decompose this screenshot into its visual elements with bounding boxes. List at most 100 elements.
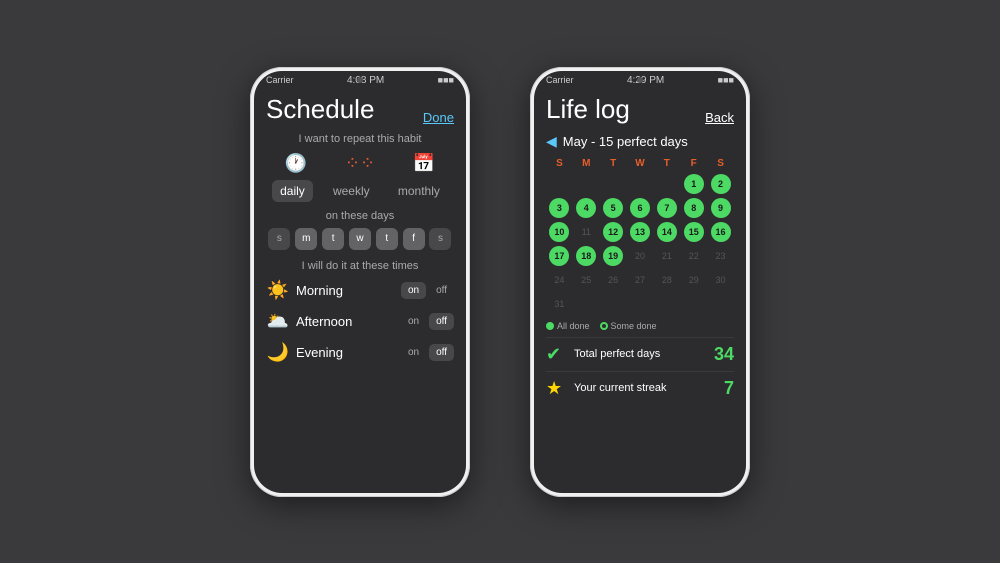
morning-label: Morning bbox=[296, 283, 395, 298]
day-s1[interactable]: s bbox=[268, 228, 290, 250]
freq-monthly[interactable]: monthly bbox=[390, 180, 448, 202]
freq-weekly[interactable]: weekly bbox=[325, 180, 378, 202]
day-empty bbox=[603, 174, 623, 194]
afternoon-off[interactable]: off bbox=[429, 313, 454, 330]
day-27: 27 bbox=[630, 270, 650, 290]
status-bar-schedule: Carrier 4:08 PM ■■■ bbox=[254, 71, 466, 88]
day-empty bbox=[549, 174, 569, 194]
monthly-icon: 📅 bbox=[413, 153, 435, 174]
legend-done-label: All done bbox=[557, 321, 590, 331]
lifelog-header: Life log Back bbox=[546, 88, 734, 133]
day-17[interactable]: 17 bbox=[549, 246, 569, 266]
day-1[interactable]: 1 bbox=[684, 174, 704, 194]
day-8[interactable]: 8 bbox=[684, 198, 704, 218]
evening-icon: 🌙 bbox=[266, 342, 290, 363]
day-26: 26 bbox=[603, 270, 623, 290]
prev-month-button[interactable]: ◀ bbox=[546, 133, 557, 150]
day-15[interactable]: 15 bbox=[684, 222, 704, 242]
stat-streak-label: Your current streak bbox=[574, 382, 724, 394]
col-t2: T bbox=[653, 158, 680, 169]
evening-off[interactable]: off bbox=[429, 344, 454, 361]
day-m[interactable]: m bbox=[295, 228, 317, 250]
day-11: 11 bbox=[576, 222, 596, 242]
battery-1: ■■■ bbox=[438, 75, 454, 85]
morning-icon: ☀️ bbox=[266, 280, 290, 301]
afternoon-on[interactable]: on bbox=[401, 313, 426, 330]
col-m: M bbox=[573, 158, 600, 169]
lifelog-screen: Life log Back ◀ May - 15 perfect days S … bbox=[534, 88, 746, 493]
cal-row-2: 3 4 5 6 7 8 9 bbox=[546, 197, 734, 219]
day-6[interactable]: 6 bbox=[630, 198, 650, 218]
day-empty bbox=[630, 174, 650, 194]
day-t1[interactable]: t bbox=[322, 228, 344, 250]
day-3[interactable]: 3 bbox=[549, 198, 569, 218]
day-24: 24 bbox=[549, 270, 569, 290]
stat-streak-value: 7 bbox=[724, 378, 734, 399]
day-16[interactable]: 16 bbox=[711, 222, 731, 242]
legend-dot-done bbox=[546, 322, 554, 330]
afternoon-toggle: on off bbox=[401, 313, 454, 330]
stat-perfect-days: ✔ Total perfect days 34 bbox=[546, 337, 734, 371]
day-s2[interactable]: s bbox=[429, 228, 451, 250]
afternoon-row: 🌥️ Afternoon on off bbox=[266, 311, 454, 332]
legend-done: All done bbox=[546, 321, 590, 331]
day-f[interactable]: f bbox=[403, 228, 425, 250]
day-12[interactable]: 12 bbox=[603, 222, 623, 242]
day-25: 25 bbox=[576, 270, 596, 290]
freq-icons: 🕐 ⁘⁘ 📅 bbox=[266, 153, 454, 174]
cal-row-6: 31 bbox=[546, 293, 734, 315]
schedule-title: Schedule bbox=[266, 94, 374, 125]
stat-perfect-value: 34 bbox=[714, 344, 734, 365]
day-18[interactable]: 18 bbox=[576, 246, 596, 266]
day-23: 23 bbox=[711, 246, 731, 266]
phones-container: Carrier 4:08 PM ■■■ Schedule Done I want… bbox=[250, 67, 750, 497]
day-10[interactable]: 10 bbox=[549, 222, 569, 242]
battery-2: ■■■ bbox=[718, 75, 734, 85]
day-9[interactable]: 9 bbox=[711, 198, 731, 218]
legend-dot-some bbox=[600, 322, 608, 330]
col-s1: S bbox=[546, 158, 573, 169]
day-t2[interactable]: t bbox=[376, 228, 398, 250]
carrier-2: Carrier bbox=[546, 75, 574, 85]
col-s2: S bbox=[707, 158, 734, 169]
day-19[interactable]: 19 bbox=[603, 246, 623, 266]
col-w: W bbox=[627, 158, 654, 169]
morning-off[interactable]: off bbox=[429, 282, 454, 299]
day-w[interactable]: w bbox=[349, 228, 371, 250]
done-button[interactable]: Done bbox=[423, 110, 454, 125]
time-1: 4:08 PM bbox=[347, 75, 384, 86]
cal-header: S M T W T F S bbox=[546, 158, 734, 169]
morning-row: ☀️ Morning on off bbox=[266, 280, 454, 301]
phone-lifelog: Carrier 4:29 PM ■■■ Life log Back ◀ May … bbox=[530, 67, 750, 497]
day-2[interactable]: 2 bbox=[711, 174, 731, 194]
day-13[interactable]: 13 bbox=[630, 222, 650, 242]
month-title: May - 15 perfect days bbox=[563, 134, 688, 149]
stat-perfect-label: Total perfect days bbox=[574, 348, 714, 360]
star-icon: ★ bbox=[546, 378, 574, 399]
freq-daily[interactable]: daily bbox=[272, 180, 313, 202]
checkmark-icon: ✔ bbox=[546, 344, 574, 365]
day-14[interactable]: 14 bbox=[657, 222, 677, 242]
day-empty bbox=[576, 174, 596, 194]
phone-schedule: Carrier 4:08 PM ■■■ Schedule Done I want… bbox=[250, 67, 470, 497]
legend: All done Some done bbox=[546, 321, 734, 331]
morning-on[interactable]: on bbox=[401, 282, 426, 299]
afternoon-label: Afternoon bbox=[296, 314, 395, 329]
day-31: 31 bbox=[549, 294, 569, 314]
evening-on[interactable]: on bbox=[401, 344, 426, 361]
schedule-header: Schedule Done bbox=[266, 88, 454, 133]
day-30: 30 bbox=[711, 270, 731, 290]
back-button[interactable]: Back bbox=[705, 110, 734, 125]
day-5[interactable]: 5 bbox=[603, 198, 623, 218]
cal-row-1: 1 2 bbox=[546, 173, 734, 195]
time-2: 4:29 PM bbox=[627, 75, 664, 86]
day-28: 28 bbox=[657, 270, 677, 290]
evening-toggle: on off bbox=[401, 344, 454, 361]
times-label: I will do it at these times bbox=[266, 260, 454, 272]
day-4[interactable]: 4 bbox=[576, 198, 596, 218]
day-7[interactable]: 7 bbox=[657, 198, 677, 218]
freq-buttons: daily weekly monthly bbox=[266, 180, 454, 202]
repeat-label: I want to repeat this habit bbox=[266, 133, 454, 145]
month-nav: ◀ May - 15 perfect days bbox=[546, 133, 734, 150]
days-label: on these days bbox=[266, 210, 454, 222]
